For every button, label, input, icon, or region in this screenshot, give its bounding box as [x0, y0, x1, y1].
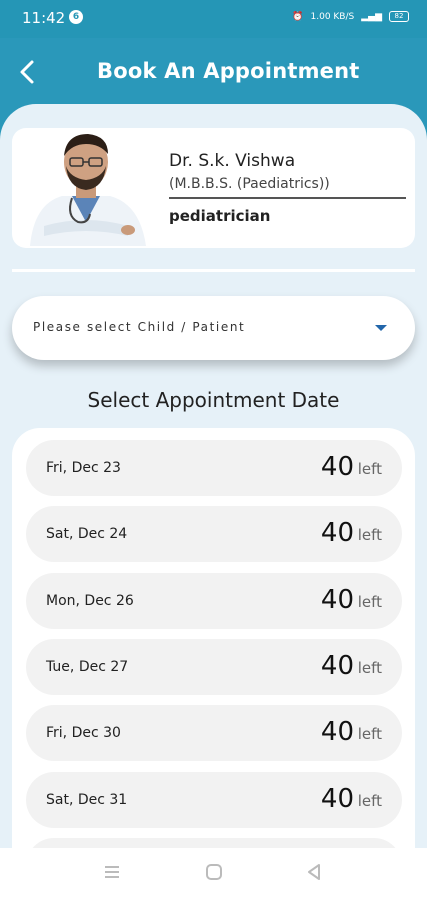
- doctor-photo: [30, 134, 146, 246]
- slots-count: 40: [320, 651, 354, 681]
- date-row[interactable]: Fri, Dec 23 40 left: [26, 440, 402, 496]
- net-speed: 1.00 KB/S: [310, 11, 355, 22]
- notification-badge-icon: 6: [69, 10, 83, 24]
- alarm-icon: ⏰: [292, 11, 304, 22]
- dates-list: Fri, Dec 23 40 left Sat, Dec 24 40 left …: [12, 428, 415, 868]
- status-icons: ⏰ 1.00 KB/S ▂▄▆ 82: [292, 11, 409, 22]
- date-label: Fri, Dec 30: [46, 725, 121, 741]
- main-content: Dr. S.k. Vishwa (M.B.B.S. (Paediatrics))…: [0, 104, 427, 868]
- date-label: Mon, Dec 26: [46, 593, 134, 609]
- chevron-down-icon: [375, 325, 387, 331]
- date-row[interactable]: Mon, Dec 26 40 left: [26, 573, 402, 629]
- page-title: Book An Appointment: [97, 59, 360, 83]
- slots-left-label: left: [357, 792, 382, 810]
- slots-count: 40: [320, 452, 354, 482]
- date-row[interactable]: Fri, Dec 30 40 left: [26, 705, 402, 761]
- status-bar: 11:42 6 ⏰ 1.00 KB/S ▂▄▆ 82: [0, 0, 427, 38]
- date-row[interactable]: Sat, Dec 24 40 left: [26, 506, 402, 562]
- signal-icon: ▂▄▆: [361, 11, 382, 22]
- doctor-qualification: (M.B.B.S. (Paediatrics)): [169, 176, 330, 192]
- date-row[interactable]: Sat, Dec 31 40 left: [26, 772, 402, 828]
- slots-left-label: left: [357, 526, 382, 544]
- doctor-card: Dr. S.k. Vishwa (M.B.B.S. (Paediatrics))…: [12, 128, 415, 248]
- patient-select-dropdown[interactable]: Please select Child / Patient: [12, 296, 415, 360]
- section-divider: [12, 269, 415, 272]
- date-section-title: Select Appointment Date: [87, 388, 340, 412]
- slots-count: 40: [320, 585, 354, 615]
- slots-left-label: left: [357, 460, 382, 478]
- back-triangle-icon[interactable]: [305, 862, 323, 882]
- slots-left-label: left: [357, 659, 382, 677]
- slots-left-label: left: [357, 593, 382, 611]
- doctor-specialty: pediatrician: [169, 207, 271, 225]
- date-label: Fri, Dec 23: [46, 460, 121, 476]
- slots-count: 40: [320, 784, 354, 814]
- date-row[interactable]: Tue, Dec 27 40 left: [26, 639, 402, 695]
- slots-count: 40: [320, 518, 354, 548]
- status-time: 11:42: [22, 9, 66, 27]
- battery-icon: 82: [389, 11, 409, 22]
- date-label: Tue, Dec 27: [46, 659, 129, 675]
- back-arrow-icon: [20, 60, 34, 84]
- home-icon[interactable]: [204, 862, 224, 882]
- system-nav-bar: [0, 848, 427, 900]
- back-button[interactable]: [14, 56, 42, 88]
- patient-select-placeholder: Please select Child / Patient: [33, 320, 246, 334]
- slots-left-label: left: [357, 725, 382, 743]
- doctor-name: Dr. S.k. Vishwa: [169, 151, 296, 171]
- date-label: Sat, Dec 31: [46, 792, 128, 808]
- date-label: Sat, Dec 24: [46, 526, 128, 542]
- slots-count: 40: [320, 717, 354, 747]
- doctor-divider: [169, 197, 406, 199]
- menu-icon[interactable]: [103, 862, 121, 882]
